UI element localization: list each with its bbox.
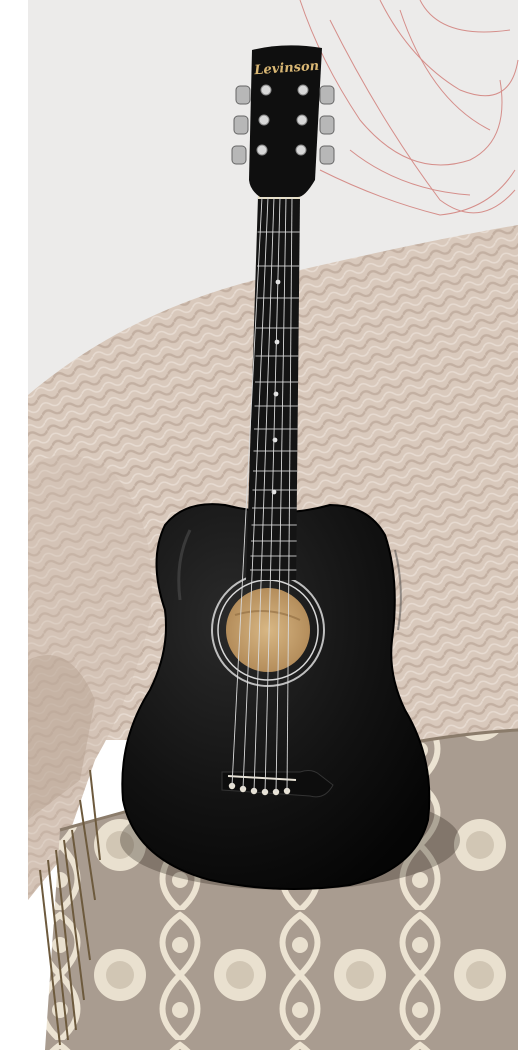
guitar-photo: Levinson <box>0 0 525 1061</box>
